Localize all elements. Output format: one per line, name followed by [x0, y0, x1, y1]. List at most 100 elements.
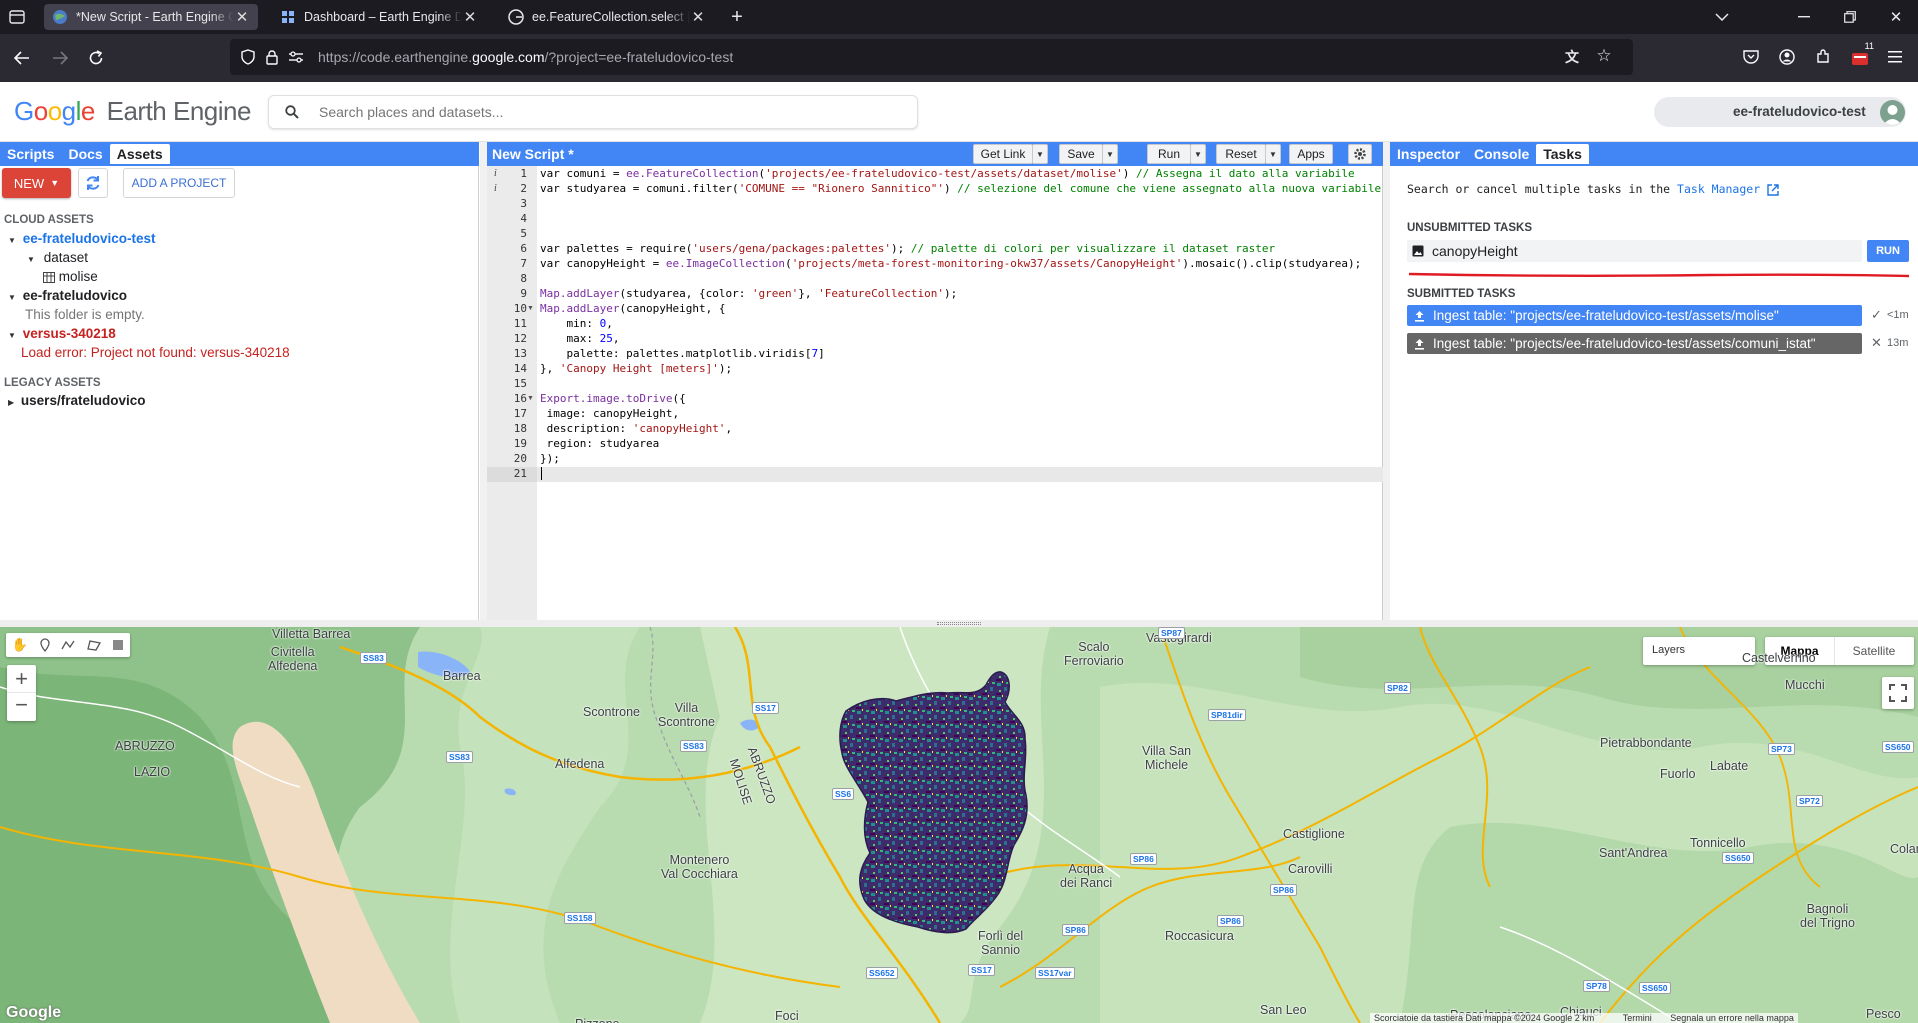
back-arrow-icon[interactable] [12, 48, 32, 68]
submitted-task-label: Ingest table: "projects/ee-frateludovico… [1433, 336, 1816, 351]
translate-icon[interactable]: 文 [1563, 48, 1581, 66]
bookmark-star-icon[interactable]: ☆ [1595, 46, 1613, 65]
run-button[interactable]: Run [1147, 144, 1191, 164]
refresh-button[interactable] [78, 168, 108, 198]
task-manager-link[interactable]: Task Manager [1677, 182, 1760, 196]
map-panel[interactable]: ✋ + − Layers Mappa Satellite Villetta Ba… [0, 627, 1918, 1023]
browser-tab-3[interactable]: ee.FeatureCollection.select | Google ✕ [500, 4, 714, 30]
collapsed-caret-icon[interactable]: ▶ [8, 398, 14, 407]
reload-icon[interactable] [86, 48, 106, 68]
get-link-button[interactable]: Get Link [973, 144, 1033, 164]
close-window-icon[interactable]: ✕ [1886, 8, 1906, 26]
info-icon[interactable]: i [494, 181, 497, 196]
new-tab-icon[interactable]: + [726, 6, 748, 28]
draw-polygon-icon[interactable] [86, 639, 101, 651]
apps-button[interactable]: Apps [1289, 144, 1333, 164]
minimize-icon[interactable] [1794, 8, 1814, 26]
unsubmitted-task-row[interactable]: canopyHeight [1407, 240, 1862, 262]
google-earth-engine-logo[interactable]: Google Earth Engine [14, 96, 251, 127]
browser-tab-1[interactable]: *New Script - Earth Engine Code Editor ✕ [44, 4, 258, 30]
left-splitter[interactable] [480, 142, 487, 620]
expand-caret-icon[interactable]: ▼ [8, 236, 16, 245]
url-bar[interactable]: https://code.earthengine.google.com/?pro… [230, 39, 1633, 75]
account-switcher[interactable]: ee-frateludovico-test [1654, 97, 1906, 127]
terms-link[interactable]: Termini [1623, 1013, 1652, 1023]
canopy-height-raster-layer [839, 671, 1028, 934]
submitted-header: SUBMITTED TASKS [1407, 288, 1516, 300]
tab-tasks[interactable]: Tasks [1536, 144, 1589, 164]
zoom-out-button[interactable]: − [7, 693, 36, 720]
search-box[interactable] [268, 95, 918, 129]
tree-folder-dataset[interactable]: ▼ dataset [27, 250, 88, 265]
forward-arrow-icon[interactable] [50, 48, 70, 68]
draw-rectangle-icon[interactable] [112, 639, 124, 651]
fold-caret-icon[interactable]: ▼ [527, 301, 534, 316]
settings-button[interactable] [1348, 144, 1372, 164]
tree-legacy-root[interactable]: ▶ users/frateludovico [8, 393, 145, 408]
tree-table-molise[interactable]: molise [43, 269, 98, 284]
search-input[interactable] [319, 96, 899, 128]
permissions-icon[interactable] [287, 48, 305, 66]
upload-icon [1414, 338, 1425, 350]
account-icon[interactable] [1777, 47, 1797, 67]
expand-caret-icon[interactable]: ▼ [27, 255, 35, 264]
save-dropdown-icon[interactable]: ▼ [1102, 144, 1118, 164]
code-area[interactable]: 1 2 3 4 5 6 7 8 9 10 11 12 13 14 15 16 17 18 19 20 21 i i ▼ … [487, 166, 1383, 620]
tab-assets[interactable]: Assets [109, 144, 170, 164]
point-marker-icon[interactable] [39, 638, 50, 652]
tab-docs[interactable]: Docs [61, 144, 109, 164]
extension-addon-icon[interactable]: 11 [1849, 41, 1875, 68]
place-label: Colar [1890, 842, 1918, 856]
info-icon[interactable]: i [494, 166, 497, 181]
tab-close-icon[interactable]: ✕ [462, 9, 478, 26]
tab-overflow-chevron-icon[interactable] [1712, 8, 1732, 26]
tab-console[interactable]: Console [1467, 144, 1536, 164]
pan-hand-icon[interactable]: ✋ [12, 637, 28, 653]
run-task-button[interactable]: RUN [1867, 240, 1909, 262]
tree-project-1[interactable]: ▼ ee-frateludovico-test [8, 231, 155, 246]
code-line-17: image: canopyHeight, [540, 407, 680, 420]
restore-icon[interactable] [1840, 8, 1860, 26]
place-label: Bagnoli del Trigno [1800, 902, 1855, 930]
code-token: Export.image.toDrive [540, 392, 673, 405]
line-number: 4 [520, 212, 527, 225]
pocket-icon[interactable] [1741, 47, 1761, 67]
run-dropdown-icon[interactable]: ▼ [1190, 144, 1206, 164]
tree-project-2[interactable]: ▼ ee-frateludovico [8, 288, 127, 303]
submitted-task-row[interactable]: Ingest table: "projects/ee-frateludovico… [1407, 333, 1862, 354]
tab-inspector[interactable]: Inspector [1390, 144, 1467, 164]
tree-project-3[interactable]: ▼ versus-340218 [8, 326, 116, 341]
browser-tab-2[interactable]: Dashboard – Earth Engine Default ✕ [272, 4, 486, 30]
hamburger-menu-icon[interactable] [1885, 47, 1905, 67]
tab-close-icon[interactable]: ✕ [690, 9, 706, 26]
expand-caret-icon[interactable]: ▼ [8, 293, 16, 302]
draw-line-icon[interactable] [61, 639, 75, 651]
tab-scripts[interactable]: Scripts [0, 144, 61, 164]
zoom-in-button[interactable]: + [7, 665, 36, 693]
line-number: 13 [513, 347, 527, 360]
open-external-icon[interactable] [1767, 183, 1779, 196]
layers-control[interactable]: Layers [1643, 637, 1755, 665]
extensions-icon[interactable] [1813, 47, 1833, 67]
add-project-button[interactable]: ADD A PROJECT [123, 168, 235, 198]
get-link-dropdown-icon[interactable]: ▼ [1032, 144, 1048, 164]
submitted-task-row[interactable]: Ingest table: "projects/ee-frateludovico… [1407, 305, 1862, 326]
avatar-icon[interactable] [1880, 100, 1905, 125]
url-text[interactable]: https://code.earthengine.google.com/?pro… [318, 39, 733, 75]
save-button[interactable]: Save [1059, 144, 1103, 164]
tracking-shield-icon[interactable] [239, 48, 257, 66]
lock-icon[interactable] [263, 48, 281, 66]
tab-list-icon[interactable] [8, 8, 26, 26]
reset-dropdown-icon[interactable]: ▼ [1265, 144, 1281, 164]
map-splitter[interactable] [0, 620, 1918, 627]
expand-caret-icon[interactable]: ▼ [8, 331, 16, 340]
fullscreen-button[interactable] [1882, 677, 1914, 709]
fold-caret-icon[interactable]: ▼ [527, 391, 534, 406]
right-splitter[interactable] [1383, 142, 1390, 620]
new-button[interactable]: NEW ▼ [2, 168, 71, 198]
report-error-link[interactable]: Segnala un errore nella mappa [1670, 1013, 1794, 1023]
tab-close-icon[interactable]: ✕ [234, 9, 250, 26]
satellite-type-button[interactable]: Satellite [1835, 637, 1913, 665]
place-label: Pizzone [575, 1017, 619, 1023]
reset-button[interactable]: Reset [1216, 144, 1266, 164]
